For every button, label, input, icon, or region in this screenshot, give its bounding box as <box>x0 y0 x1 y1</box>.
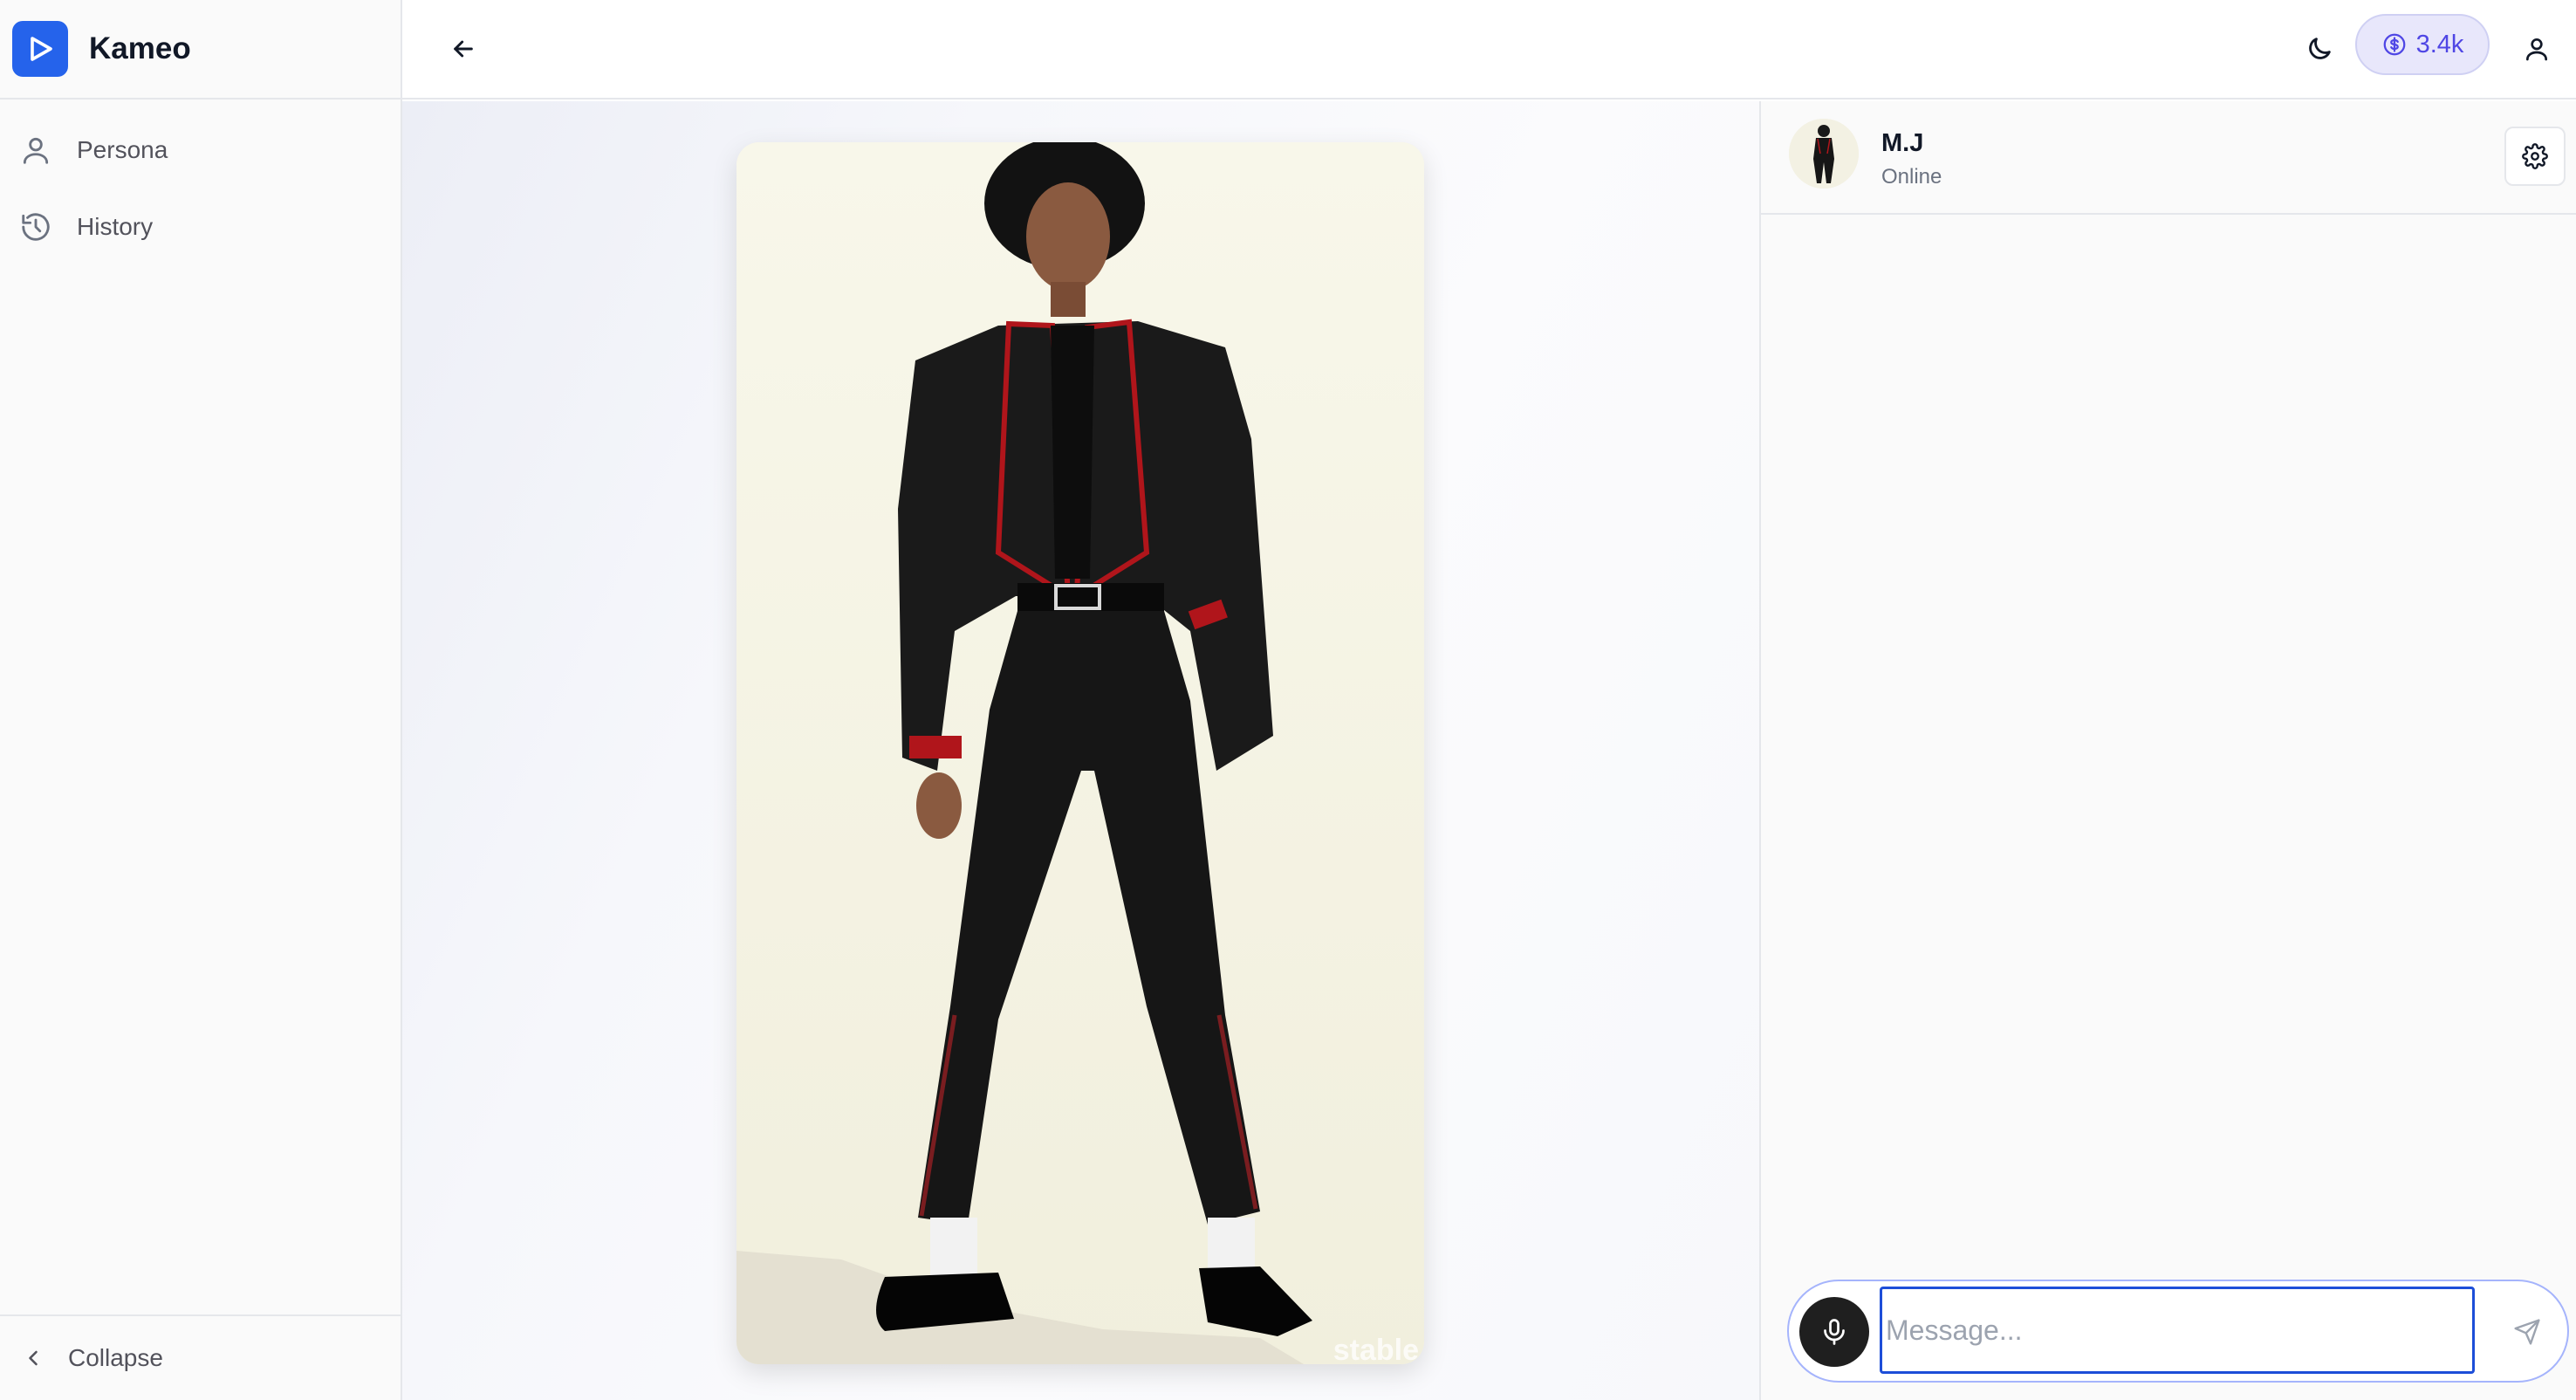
persona-stage: stable <box>402 101 1759 1400</box>
history-icon <box>22 213 50 241</box>
chevron-left-icon <box>29 1350 38 1366</box>
theme-toggle-button[interactable] <box>2290 19 2349 79</box>
image-watermark: stable <box>1333 1334 1419 1364</box>
collapse-button[interactable]: Collapse <box>0 1314 401 1400</box>
app-root: Kameo Persona History Collapse 3.4k stab… <box>0 0 2576 1400</box>
user-icon <box>23 137 49 164</box>
back-button[interactable] <box>437 23 490 75</box>
profile-button[interactable] <box>2507 19 2566 79</box>
top-bar: 3.4k <box>402 0 2576 100</box>
sidebar: Kameo Persona History Collapse <box>0 0 402 1400</box>
send-button[interactable] <box>2492 1297 2562 1367</box>
coin-icon <box>2383 33 2405 56</box>
persona-image: stable <box>736 142 1424 1364</box>
chat-status: Online <box>1881 165 1942 189</box>
play-logo-icon <box>12 21 68 77</box>
credits-badge[interactable]: 3.4k <box>2355 14 2490 75</box>
sidebar-item-history[interactable]: History <box>0 189 401 265</box>
chat-panel: M.J Online <box>1759 101 2576 1400</box>
sidebar-item-label: Persona <box>77 136 168 163</box>
send-icon <box>2514 1319 2540 1345</box>
moon-icon <box>2309 38 2331 59</box>
persona-avatar-icon <box>1789 119 1859 189</box>
microphone-button[interactable] <box>1799 1297 1869 1367</box>
arrow-left-icon <box>454 40 473 58</box>
gear-icon <box>2522 143 2548 169</box>
chat-persona-name: M.J <box>1881 129 1924 157</box>
chat-settings-button[interactable] <box>2504 127 2566 186</box>
persona-illustration <box>736 142 1424 1364</box>
avatar[interactable] <box>1789 119 1859 189</box>
brand-name: Kameo <box>89 31 191 65</box>
sidebar-item-label: History <box>77 213 154 240</box>
collapse-label: Collapse <box>68 1344 163 1371</box>
message-composer <box>1787 1280 2569 1383</box>
message-input[interactable] <box>1880 1287 2475 1374</box>
user-icon <box>2526 38 2547 61</box>
microphone-icon <box>1824 1319 1845 1345</box>
chat-header: M.J Online <box>1761 101 2576 215</box>
credits-count: 3.4k <box>2415 30 2464 58</box>
sidebar-item-persona[interactable]: Persona <box>0 112 401 189</box>
brand[interactable]: Kameo <box>0 0 401 100</box>
sidebar-nav: Persona History <box>0 112 401 265</box>
